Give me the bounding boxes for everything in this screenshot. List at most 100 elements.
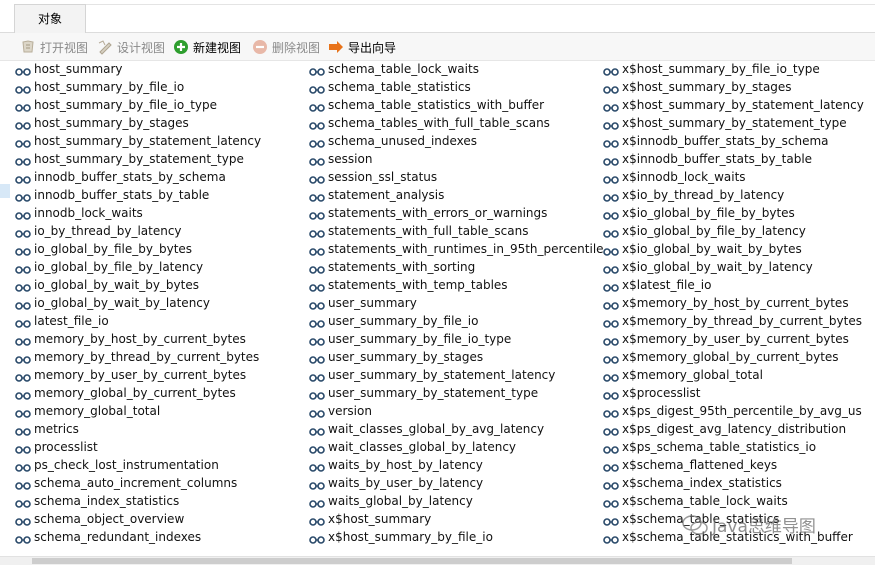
view-list-item[interactable]: user_summary <box>309 294 604 312</box>
view-list-item[interactable]: schema_redundant_indexes <box>15 528 261 546</box>
view-list-item[interactable]: schema_table_statistics_with_buffer <box>309 96 604 114</box>
view-list-item[interactable]: x$host_summary <box>309 510 604 528</box>
view-list-item[interactable]: wait_classes_global_by_latency <box>309 438 604 456</box>
view-list-item[interactable]: processlist <box>15 438 261 456</box>
view-list-item[interactable]: io_global_by_wait_by_bytes <box>15 276 261 294</box>
view-list-item[interactable]: x$ps_digest_95th_percentile_by_avg_us <box>603 402 864 420</box>
view-list-item[interactable]: x$host_summary_by_file_io_type <box>603 60 864 78</box>
view-list-item[interactable]: host_summary_by_stages <box>15 114 261 132</box>
view-list-item[interactable]: x$schema_index_statistics <box>603 474 864 492</box>
view-list-item[interactable]: waits_by_host_by_latency <box>309 456 604 474</box>
view-name: statements_with_sorting <box>328 260 476 274</box>
view-list-item[interactable]: metrics <box>15 420 261 438</box>
view-list-item[interactable]: wait_classes_global_by_avg_latency <box>309 420 604 438</box>
view-list-item[interactable]: ps_check_lost_instrumentation <box>15 456 261 474</box>
view-list-item[interactable]: memory_by_thread_by_current_bytes <box>15 348 261 366</box>
view-glasses-icon <box>309 532 325 544</box>
view-list-item[interactable]: x$host_summary_by_statement_type <box>603 114 864 132</box>
view-list-item[interactable]: x$io_by_thread_by_latency <box>603 186 864 204</box>
view-name: schema_redundant_indexes <box>34 530 202 544</box>
view-list-item[interactable]: host_summary_by_statement_latency <box>15 132 261 150</box>
view-list-item[interactable]: host_summary_by_file_io_type <box>15 96 261 114</box>
view-list-item[interactable]: host_summary_by_statement_type <box>15 150 261 168</box>
view-list-item[interactable]: memory_global_by_current_bytes <box>15 384 261 402</box>
view-list-item[interactable]: host_summary_by_file_io <box>15 78 261 96</box>
view-list-item[interactable]: schema_object_overview <box>15 510 261 528</box>
view-list-item[interactable]: x$memory_global_total <box>603 366 864 384</box>
delete-view-button[interactable]: 删除视图 <box>252 36 320 58</box>
view-list-item[interactable]: user_summary_by_file_io_type <box>309 330 604 348</box>
view-list-item[interactable]: x$ps_schema_table_statistics_io <box>603 438 864 456</box>
view-glasses-icon <box>603 100 619 112</box>
view-list-item[interactable]: version <box>309 402 604 420</box>
view-glasses-icon <box>309 298 325 310</box>
view-list-item[interactable]: latest_file_io <box>15 312 261 330</box>
view-list-item[interactable]: schema_unused_indexes <box>309 132 604 150</box>
view-list-item[interactable]: x$memory_by_host_by_current_bytes <box>603 294 864 312</box>
view-list-item[interactable]: x$processlist <box>603 384 864 402</box>
view-list-item[interactable]: schema_table_statistics <box>309 78 604 96</box>
view-list-item[interactable]: x$host_summary_by_statement_latency <box>603 96 864 114</box>
export-wizard-button[interactable]: 导出向导 <box>328 36 396 58</box>
view-list-item[interactable]: x$innodb_lock_waits <box>603 168 864 186</box>
view-list-item[interactable]: schema_auto_increment_columns <box>15 474 261 492</box>
tab-objects[interactable]: 对象 <box>14 4 86 33</box>
view-list-item[interactable]: statements_with_runtimes_in_95th_percent… <box>309 240 604 258</box>
view-name: user_summary <box>328 296 417 310</box>
view-list-item[interactable]: x$io_global_by_file_by_bytes <box>603 204 864 222</box>
view-list-item[interactable]: host_summary <box>15 60 261 78</box>
view-list-item[interactable]: statements_with_temp_tables <box>309 276 604 294</box>
view-list-item[interactable]: io_global_by_wait_by_latency <box>15 294 261 312</box>
view-glasses-icon <box>309 424 325 436</box>
view-list-item[interactable]: x$io_global_by_wait_by_latency <box>603 258 864 276</box>
view-list-item[interactable]: x$innodb_buffer_stats_by_table <box>603 150 864 168</box>
view-list-item[interactable]: user_summary_by_stages <box>309 348 604 366</box>
new-view-label: 新建视图 <box>193 40 242 55</box>
view-glasses-icon <box>15 316 31 328</box>
view-list-item[interactable]: io_global_by_file_by_bytes <box>15 240 261 258</box>
new-view-icon <box>173 39 189 55</box>
view-list-item[interactable]: x$host_summary_by_stages <box>603 78 864 96</box>
view-list-item[interactable]: waits_by_user_by_latency <box>309 474 604 492</box>
view-list-item[interactable]: statements_with_errors_or_warnings <box>309 204 604 222</box>
view-list-item[interactable]: schema_table_lock_waits <box>309 60 604 78</box>
view-list-item[interactable]: schema_tables_with_full_table_scans <box>309 114 604 132</box>
view-list-item[interactable]: io_by_thread_by_latency <box>15 222 261 240</box>
design-view-button[interactable]: 设计视图 <box>97 36 165 58</box>
view-list-item[interactable]: memory_by_host_by_current_bytes <box>15 330 261 348</box>
view-list-item[interactable]: innodb_buffer_stats_by_table <box>15 186 261 204</box>
export-wizard-label: 导出向导 <box>348 40 397 55</box>
view-list-item[interactable]: session_ssl_status <box>309 168 604 186</box>
view-list-item[interactable]: x$host_summary_by_file_io <box>309 528 604 546</box>
view-list-item[interactable]: waits_global_by_latency <box>309 492 604 510</box>
view-list-item[interactable]: x$memory_by_user_by_current_bytes <box>603 330 864 348</box>
view-name: x$io_global_by_file_by_bytes <box>622 206 795 220</box>
view-list-item[interactable]: memory_by_user_by_current_bytes <box>15 366 261 384</box>
view-list-item[interactable]: memory_global_total <box>15 402 261 420</box>
view-name: schema_auto_increment_columns <box>34 476 238 490</box>
view-list-item[interactable]: statements_with_full_table_scans <box>309 222 604 240</box>
view-list-item[interactable]: x$schema_table_lock_waits <box>603 492 864 510</box>
view-list-item[interactable]: innodb_buffer_stats_by_schema <box>15 168 261 186</box>
scrollbar-thumb[interactable] <box>32 558 792 564</box>
new-view-button[interactable]: 新建视图 <box>173 36 241 58</box>
view-list-item[interactable]: statements_with_sorting <box>309 258 604 276</box>
view-list-item[interactable]: x$ps_digest_avg_latency_distribution <box>603 420 864 438</box>
view-list-item[interactable]: user_summary_by_statement_type <box>309 384 604 402</box>
open-view-button[interactable]: 打开视图 <box>20 36 88 58</box>
view-list-item[interactable]: statement_analysis <box>309 186 604 204</box>
view-list-item[interactable]: user_summary_by_file_io <box>309 312 604 330</box>
view-list-item[interactable]: x$io_global_by_file_by_latency <box>603 222 864 240</box>
view-glasses-icon <box>309 118 325 130</box>
view-list-item[interactable]: x$schema_flattened_keys <box>603 456 864 474</box>
view-list-item[interactable]: x$memory_by_thread_by_current_bytes <box>603 312 864 330</box>
view-list-item[interactable]: x$memory_global_by_current_bytes <box>603 348 864 366</box>
view-list-item[interactable]: schema_index_statistics <box>15 492 261 510</box>
view-list-item[interactable]: x$latest_file_io <box>603 276 864 294</box>
view-list-item[interactable]: io_global_by_file_by_latency <box>15 258 261 276</box>
view-list-item[interactable]: session <box>309 150 604 168</box>
view-list-item[interactable]: x$io_global_by_wait_by_bytes <box>603 240 864 258</box>
view-list-item[interactable]: user_summary_by_statement_latency <box>309 366 604 384</box>
view-list-item[interactable]: innodb_lock_waits <box>15 204 261 222</box>
view-list-item[interactable]: x$innodb_buffer_stats_by_schema <box>603 132 864 150</box>
